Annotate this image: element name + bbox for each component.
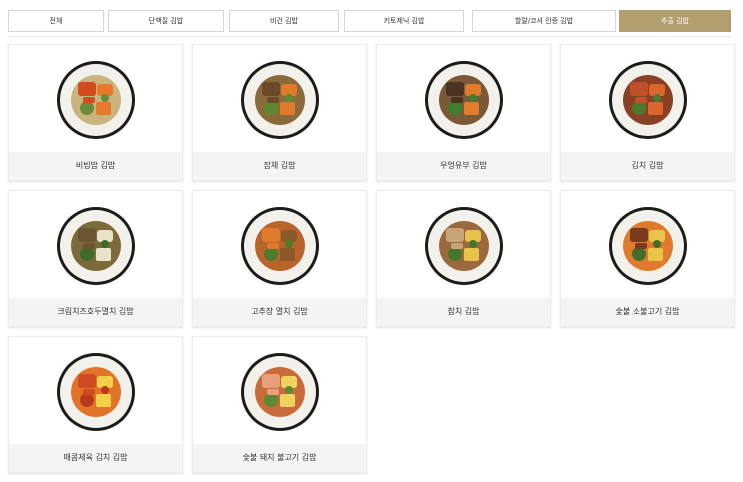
product-name: 숯불 돼지 불고기 김밥 (193, 444, 366, 472)
product-thumbnail (377, 191, 552, 300)
product-thumbnail (561, 45, 736, 154)
product-thumbnail (193, 337, 368, 446)
product-card[interactable]: 크림치즈호두멸치 김밥 (8, 190, 183, 327)
gimbap-roll-image (241, 61, 319, 139)
gimbap-roll-image (425, 207, 503, 285)
product-thumbnail (193, 191, 368, 300)
gimbap-roll-image (609, 61, 687, 139)
product-card[interactable]: 숯불 소불고기 김밥 (560, 190, 735, 327)
product-name: 참치 김밥 (377, 298, 550, 326)
product-grid: 비빔밥 김밥 잡채 김밥 우엉유부 김밥 김치 김밥 크림치즈호두멸치 김밥 고… (0, 0, 743, 482)
product-name: 우엉유부 김밥 (377, 152, 550, 180)
product-thumbnail (377, 45, 552, 154)
product-thumbnail (9, 45, 184, 154)
gimbap-roll-image (425, 61, 503, 139)
product-thumbnail (9, 337, 184, 446)
product-thumbnail (193, 45, 368, 154)
product-name: 고추장 멸치 김밥 (193, 298, 366, 326)
product-card[interactable]: 비빔밥 김밥 (8, 44, 183, 181)
product-card[interactable]: 숯불 돼지 불고기 김밥 (192, 336, 367, 473)
product-name: 숯불 소불고기 김밥 (561, 298, 734, 326)
product-card[interactable]: 우엉유부 김밥 (376, 44, 551, 181)
product-name: 크림치즈호두멸치 김밥 (9, 298, 182, 326)
product-name: 비빔밥 김밥 (9, 152, 182, 180)
gimbap-roll-image (609, 207, 687, 285)
product-card[interactable]: 매콤제육 김치 김밥 (8, 336, 183, 473)
gimbap-roll-image (241, 207, 319, 285)
product-thumbnail (561, 191, 736, 300)
product-card[interactable]: 잡채 김밥 (192, 44, 367, 181)
product-card[interactable]: 고추장 멸치 김밥 (192, 190, 367, 327)
product-name: 잡채 김밥 (193, 152, 366, 180)
gimbap-roll-image (57, 207, 135, 285)
gimbap-roll-image (241, 353, 319, 431)
gimbap-roll-image (57, 353, 135, 431)
product-card[interactable]: 참치 김밥 (376, 190, 551, 327)
product-name: 매콤제육 김치 김밥 (9, 444, 182, 472)
product-thumbnail (9, 191, 184, 300)
product-card[interactable]: 김치 김밥 (560, 44, 735, 181)
product-name: 김치 김밥 (561, 152, 734, 180)
gimbap-roll-image (57, 61, 135, 139)
